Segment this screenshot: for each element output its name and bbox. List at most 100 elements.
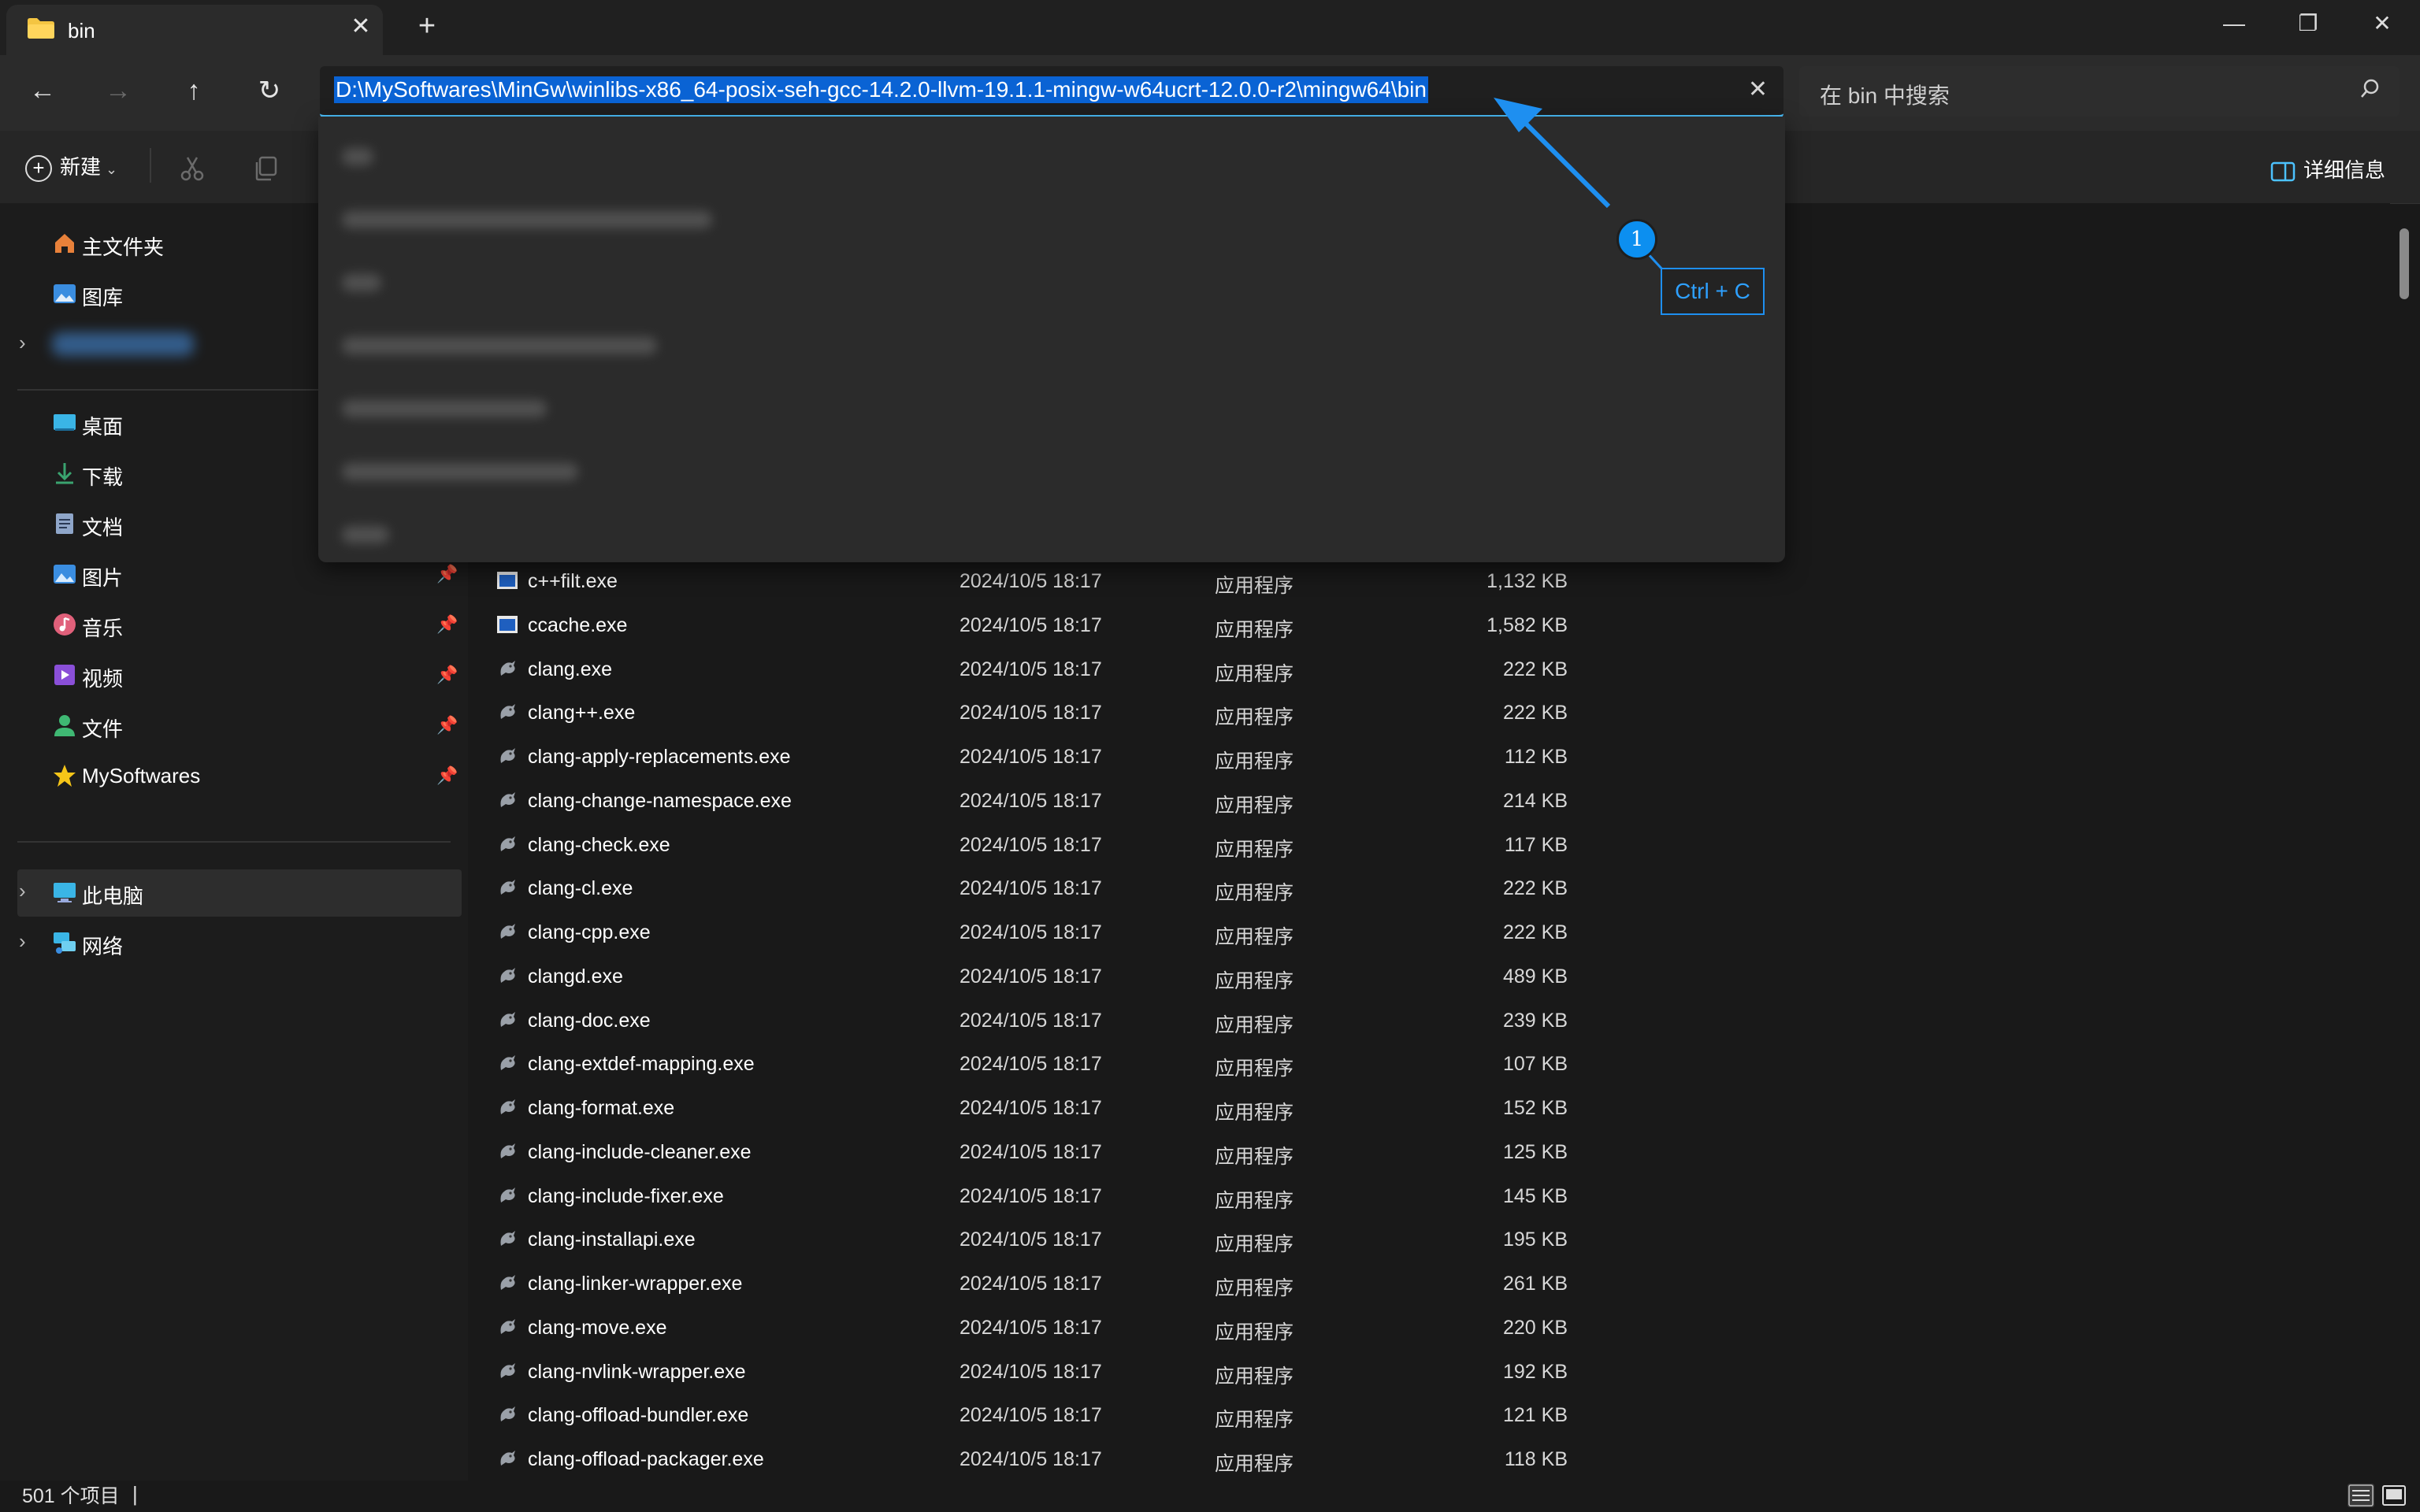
pin-icon[interactable]: 📌	[436, 665, 458, 685]
table-row[interactable]: clang-installapi.exe 2024/10/5 18:17 应用程序 1…	[493, 1217, 1596, 1260]
file-name: clang-linker-wrapper.exe	[528, 1273, 743, 1295]
search-input[interactable]: 在 bin 中搜索	[1799, 66, 2400, 117]
sidebar-item-label: MySoftwares	[82, 764, 201, 788]
file-date: 2024/10/5 18:17	[959, 1053, 1102, 1076]
refresh-button[interactable]: ↻	[247, 72, 291, 110]
blurred-suggestion[interactable]	[342, 148, 373, 165]
sidebar-item-mysoftwares[interactable]: MySoftwares 📌	[0, 753, 460, 800]
table-row[interactable]: clang-cl.exe 2024/10/5 18:17 应用程序 222 KB	[493, 866, 1596, 909]
table-row[interactable]: clangd.exe 2024/10/5 18:17 应用程序 489 KB	[493, 954, 1596, 997]
address-input[interactable]: D:\MySoftwares\MinGw\winlibs-x86_64-posi…	[334, 76, 1428, 103]
address-clear-button[interactable]: ✕	[1748, 76, 1768, 103]
llvm-dragon-icon	[500, 660, 515, 676]
file-name: clangd.exe	[528, 965, 623, 988]
file-name: clang-cl.exe	[528, 877, 633, 900]
table-row[interactable]: clang-offload-packager.exe 2024/10/5 18:1…	[493, 1437, 1596, 1480]
blurred-suggestion[interactable]	[342, 211, 712, 228]
sidebar-item-network[interactable]: › 网络	[0, 920, 460, 967]
pictures-icon	[54, 565, 76, 584]
table-row[interactable]: clang-linker-wrapper.exe 2024/10/5 18:17 应…	[493, 1262, 1596, 1304]
close-window-button[interactable]: ✕	[2344, 5, 2420, 44]
llvm-dragon-icon	[500, 1451, 515, 1466]
file-type: 应用程序	[1215, 882, 1294, 905]
file-name: clang-doc.exe	[528, 1009, 651, 1032]
llvm-dragon-icon	[500, 880, 515, 895]
copy-icon[interactable]	[252, 154, 280, 183]
up-button[interactable]: ↑	[172, 72, 216, 110]
table-row[interactable]: clang++.exe 2024/10/5 18:17 应用程序 222 KB	[493, 691, 1596, 733]
file-type: 应用程序	[1215, 1453, 1294, 1475]
table-row[interactable]: clang-offload-bundler.exe 2024/10/5 18:17…	[493, 1393, 1596, 1436]
table-row[interactable]: clang-format.exe 2024/10/5 18:17 应用程序 152 K…	[493, 1086, 1596, 1128]
chevron-right-icon[interactable]: ›	[19, 879, 26, 903]
table-row[interactable]: clang-apply-replacements.exe 2024/10/5 18…	[493, 735, 1596, 777]
scissors-icon[interactable]	[178, 154, 206, 183]
file-size: 222 KB	[1502, 702, 1568, 724]
sidebar-item-music[interactable]: 音乐 📌	[0, 602, 460, 649]
new-tab-button[interactable]: +	[411, 9, 443, 43]
file-date: 2024/10/5 18:17	[959, 965, 1102, 988]
status-bar	[0, 1480, 2420, 1512]
table-row[interactable]: clang.exe 2024/10/5 18:17 应用程序 222 KB	[493, 647, 1596, 690]
blurred-suggestion[interactable]	[342, 400, 547, 417]
table-row[interactable]: clang-include-fixer.exe 2024/10/5 18:17 应用…	[493, 1174, 1596, 1217]
minimize-button[interactable]: —	[2196, 5, 2272, 44]
forward-button[interactable]: →	[96, 72, 140, 110]
new-button[interactable]: + 新建 ⌄	[25, 151, 118, 183]
sidebar-item-videos[interactable]: 视频 📌	[0, 652, 460, 699]
pin-icon[interactable]: 📌	[436, 564, 458, 584]
desktop-icon	[54, 414, 76, 431]
table-row[interactable]: c++filt.exe 2024/10/5 18:17 应用程序 1,132 KB	[493, 559, 1596, 602]
file-type: 应用程序	[1215, 1321, 1294, 1343]
file-size: 489 KB	[1502, 965, 1568, 988]
chevron-right-icon[interactable]: ›	[19, 929, 26, 954]
sidebar-item-label: 图片	[82, 566, 124, 590]
blurred-suggestion[interactable]	[342, 463, 578, 480]
file-type: 应用程序	[1215, 706, 1294, 729]
table-row[interactable]: ccache.exe 2024/10/5 18:17 应用程序 1,582 KB	[493, 603, 1596, 646]
restore-button[interactable]: ❐	[2270, 5, 2346, 44]
table-row[interactable]: clang-nvlink-wrapper.exe 2024/10/5 18:17 应…	[493, 1350, 1596, 1392]
file-type: 应用程序	[1215, 575, 1294, 597]
tab-close-button[interactable]: ✕	[345, 13, 377, 40]
app-window-icon	[497, 572, 518, 589]
file-name: clang.exe	[528, 658, 613, 680]
sidebar-item-files[interactable]: 文件 📌	[0, 702, 460, 750]
table-row[interactable]: clang-cpp.exe 2024/10/5 18:17 应用程序 222 KB	[493, 910, 1596, 953]
chevron-right-icon[interactable]: ›	[19, 331, 26, 355]
tab-bin[interactable]: bin ✕	[6, 5, 383, 55]
blurred-suggestion[interactable]	[342, 274, 381, 291]
pin-icon[interactable]: 📌	[436, 614, 458, 635]
table-row[interactable]: clang-include-cleaner.exe 2024/10/5 18:17…	[493, 1130, 1596, 1173]
search-icon[interactable]	[2359, 77, 2382, 101]
address-bar[interactable]: D:\MySoftwares\MinGw\winlibs-x86_64-posi…	[320, 66, 1783, 118]
sidebar-item-this-pc[interactable]: › 此电脑	[17, 869, 462, 917]
details-view-icon[interactable]	[2348, 1484, 2374, 1507]
file-date: 2024/10/5 18:17	[959, 570, 1102, 592]
file-size: 125 KB	[1502, 1140, 1568, 1163]
file-type: 应用程序	[1215, 750, 1294, 773]
back-button[interactable]: ←	[20, 72, 65, 110]
music-icon	[54, 613, 76, 636]
llvm-dragon-icon	[500, 1143, 515, 1158]
address-suggestions-dropdown	[318, 117, 1785, 562]
blurred-suggestion[interactable]	[342, 526, 389, 543]
blurred-suggestion[interactable]	[342, 337, 657, 354]
vertical-scrollbar[interactable]	[2400, 228, 2409, 299]
table-row[interactable]: clang-doc.exe 2024/10/5 18:17 应用程序 239 KB	[493, 999, 1596, 1041]
file-date: 2024/10/5 18:17	[959, 877, 1102, 900]
pin-icon[interactable]: 📌	[436, 765, 458, 786]
file-name: clang-cpp.exe	[528, 921, 651, 943]
table-row[interactable]: clang-move.exe 2024/10/5 18:17 应用程序 220 KB	[493, 1306, 1596, 1348]
tiles-view-icon[interactable]	[2381, 1484, 2407, 1507]
table-row[interactable]: clang-check.exe 2024/10/5 18:17 应用程序 117 KB	[493, 823, 1596, 865]
pin-icon[interactable]: 📌	[436, 715, 458, 736]
item-count: 501 个项目	[22, 1485, 120, 1507]
details-pane-button[interactable]: 详细信息	[2270, 154, 2385, 183]
table-row[interactable]: clang-change-namespace.exe 2024/10/5 18:1…	[493, 779, 1596, 821]
table-row[interactable]: clang-extdef-mapping.exe 2024/10/5 18:17 应…	[493, 1042, 1596, 1084]
llvm-dragon-icon	[500, 704, 515, 720]
chevron-down-icon: ⌄	[106, 161, 118, 177]
file-size: 214 KB	[1502, 789, 1568, 812]
search-placeholder: 在 bin 中搜索	[1820, 83, 1950, 108]
